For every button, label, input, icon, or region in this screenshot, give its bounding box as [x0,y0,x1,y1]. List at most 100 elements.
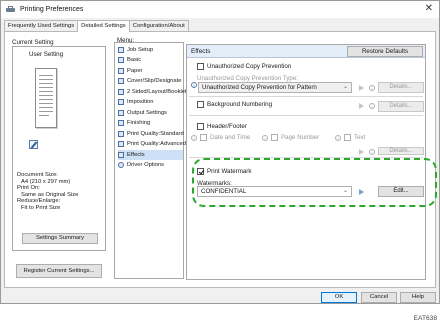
menu-item-label: Print Quality:Standard [127,130,184,137]
title-bar: Printing Preferences ✕ [1,1,439,18]
menu-item-finishing[interactable]: Finishing [118,119,183,129]
paper-preview-icon [35,68,57,128]
driver-options-icon [118,162,124,169]
unauthorized-copy-type-value: Unauthorized Copy Prevention for Pattern [202,84,317,91]
arrow-right-icon [359,84,364,91]
quality-icon [118,130,124,137]
two-sided-icon [118,88,124,95]
background-numbering-row[interactable]: Background Numbering [197,101,272,108]
unauthorized-copy-checkbox[interactable] [197,63,204,70]
effects-title: Effects [191,48,211,55]
info-icon[interactable]: i [191,134,197,141]
setting-name: User Setting [29,51,64,58]
imposition-icon [118,99,124,106]
menu-item-2-sided[interactable]: 2 Sided/Layout/Booklet [118,87,187,97]
close-icon[interactable]: ✕ [425,3,433,14]
printing-preferences-dialog: Printing Preferences ✕ Frequently Used S… [0,0,440,304]
menu-item-label: Print Quality:Advanced [127,141,186,148]
info-icon[interactable]: i [369,103,375,109]
figure-code: EAT638 [413,315,437,322]
cancel-button[interactable]: Cancel [361,292,397,303]
menu-list: Job Setup Basic Paper Cover/Slip/Designa… [114,42,187,279]
menu-item-basic[interactable]: Basic [118,56,183,66]
reduce-enlarge-label: Reduce/Enlarge: [17,198,61,205]
menu-item-print-quality-standard[interactable]: Print Quality:Standard [118,129,184,139]
menu-item-paper[interactable]: Paper [118,66,183,76]
menu-item-label: Cover/Slip/Designate [127,78,182,85]
text-checkbox[interactable] [344,134,351,141]
menu-item-label: Driver Options [127,162,165,169]
cover-icon [118,78,124,85]
text-label: Text [354,134,366,141]
window-title: Printing Preferences [20,6,84,13]
divider [189,96,423,97]
header-footer-row[interactable]: Header/Footer [197,123,247,130]
info-icon[interactable]: i [369,149,375,155]
menu-item-label: Output Settings [127,109,167,116]
help-button[interactable]: Help [400,292,436,303]
settings-summary-button[interactable]: Settings Summary [22,233,98,244]
text-row[interactable]: i Text [335,134,365,141]
menu-item-label: 2 Sided/Layout/Booklet [127,88,187,95]
effects-header: Effects Restore Defaults [187,45,425,58]
info-icon[interactable]: i [335,134,341,141]
unauthorized-copy-label: Unauthorized Copy Prevention [207,63,292,70]
tab-strip: Frequently Used Settings Detailed Settin… [4,20,189,32]
finishing-icon [118,120,124,127]
page-number-checkbox[interactable] [271,134,278,141]
background-numbering-details-button[interactable]: Details... [378,101,424,112]
background-numbering-label: Background Numbering [207,101,273,108]
ok-button[interactable]: OK [321,292,357,303]
menu-item-driver-options[interactable]: Driver Options [118,161,183,171]
document-summary: Document Size: A4 (210 x 297 mm) Print O… [17,172,105,212]
header-footer-label: Header/Footer [207,123,247,130]
menu-item-job-setup[interactable]: Job Setup [118,45,183,55]
page-number-label: Page Number [281,134,320,141]
menu-item-label: Basic [127,57,142,64]
menu-item-cover-slip[interactable]: Cover/Slip/Designate [118,77,183,87]
unauthorized-copy-type-select[interactable]: Unauthorized Copy Prevention for Pattern… [198,82,352,93]
menu-item-label: Finishing [127,120,151,127]
header-footer-details-button[interactable]: Details... [378,147,424,155]
print-on-value: Same as Original Size [21,191,79,198]
pencil-icon [29,140,38,149]
printer-icon [6,6,15,13]
menu-item-output-settings[interactable]: Output Settings [118,108,183,118]
paper-icon [118,67,124,74]
menu-item-effects[interactable]: Effects [118,150,183,160]
job-setup-icon [118,46,124,53]
doc-size-value: A4 (210 x 297 mm) [21,178,71,185]
effects-icon [118,151,124,158]
info-icon[interactable]: i [262,134,268,141]
menu-item-imposition[interactable]: Imposition [118,98,183,108]
register-current-settings-button[interactable]: Register Current Settings... [16,264,102,278]
divider [189,115,423,116]
unauthorized-copy-details-button[interactable]: Details... [378,82,424,93]
info-icon[interactable]: i [369,84,375,91]
reduce-enlarge-value: Fit to Print Size [21,204,61,211]
current-setting-label: Current Setting [12,39,54,46]
quality-advanced-icon [118,141,124,148]
unauthorized-copy-checkbox-row[interactable]: Unauthorized Copy Prevention [197,63,291,70]
arrow-right-icon [359,149,364,155]
menu-item-label: Paper [127,67,143,74]
doc-size-label: Document Size: [17,172,58,178]
tab-detailed-settings[interactable]: Detailed Settings [77,20,130,32]
info-icon[interactable]: i [191,82,197,88]
background-numbering-checkbox[interactable] [197,101,204,108]
basic-icon [118,57,124,64]
current-setting-preview: User Setting Document Size: A4 (210 x 29… [12,46,106,251]
watermark-highlight-frame [192,158,437,207]
date-time-checkbox[interactable] [200,134,207,141]
date-time-row[interactable]: i Date and Time [191,134,250,141]
print-on-label: Print On: [17,185,40,192]
tab-configuration-about[interactable]: Configuration/About [128,20,189,31]
tab-frequently-used[interactable]: Frequently Used Settings [4,20,79,31]
output-icon [118,109,124,116]
page-number-row[interactable]: i Page Number [262,134,319,141]
arrow-right-icon [359,103,364,109]
header-footer-checkbox[interactable] [197,123,204,130]
unauthorized-copy-type-label: Unauthorized Copy Prevention Type: [197,75,299,82]
menu-item-print-quality-advanced[interactable]: Print Quality:Advanced [118,140,186,150]
restore-defaults-button[interactable]: Restore Defaults [347,46,423,57]
